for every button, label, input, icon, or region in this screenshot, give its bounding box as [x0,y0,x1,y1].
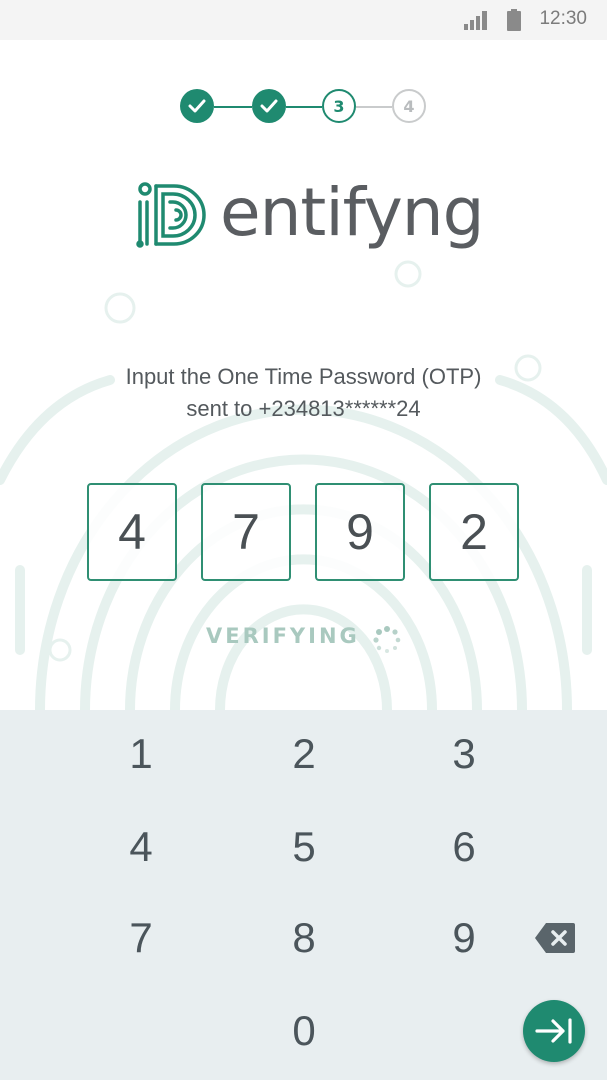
otp-digit-2[interactable]: 7 [201,483,291,581]
verifying-status: VERIFYING [206,624,360,648]
otp-digit-3[interactable]: 9 [315,483,405,581]
key-0[interactable]: 0 [244,1001,364,1061]
key-3[interactable]: 3 [404,724,524,784]
status-bar: 12:30 [0,0,607,40]
otp-instruction-line-1: Input the One Time Password (OTP) [125,364,482,389]
key-5[interactable]: 5 [244,817,364,877]
key-4[interactable]: 4 [81,817,201,877]
loading-spinner-icon [373,626,401,653]
identifyng-logo: entifyng [136,174,485,260]
step-connector [214,106,252,108]
checkmark-icon [260,99,278,113]
key-9[interactable]: 9 [404,908,524,968]
step-3-current: 3 [322,89,356,123]
step-4-pending: 4 [392,89,426,123]
step-1-complete [180,89,214,123]
step-connector [356,106,392,108]
checkmark-icon [188,99,206,113]
signal-icon [464,11,487,30]
otp-digit-1[interactable]: 4 [87,483,177,581]
logo-wordmark: entifyng [220,174,485,251]
fingerprint-id-logo-mark [136,182,206,248]
otp-digit-4[interactable]: 2 [429,483,519,581]
key-8[interactable]: 8 [244,908,364,968]
battery-icon [507,9,521,31]
status-time: 12:30 [539,8,587,29]
step-connector [286,106,322,108]
backspace-icon[interactable] [534,922,576,954]
key-1[interactable]: 1 [81,724,201,784]
otp-instruction-line-2: sent to +234813******24 [186,396,421,421]
progress-stepper: 3 4 [180,89,426,125]
arrow-to-end-icon [535,1018,572,1044]
step-2-complete [252,89,286,123]
key-2[interactable]: 2 [244,724,364,784]
key-6[interactable]: 6 [404,817,524,877]
key-7[interactable]: 7 [81,908,201,968]
submit-button[interactable] [523,1000,585,1062]
